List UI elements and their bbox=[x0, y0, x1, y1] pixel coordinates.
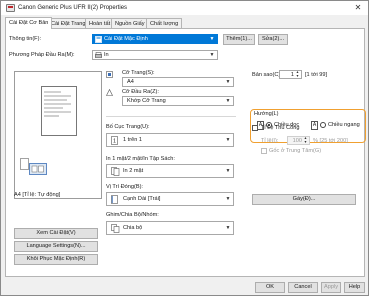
tab-basic-settings[interactable]: Cài Đặt Cơ Bản bbox=[5, 17, 53, 29]
preview-caption: A4 [Tỉ lệ: Tự động] bbox=[14, 192, 61, 198]
collate-icon bbox=[111, 224, 120, 233]
properties-window: Canon Generic Plus UFR II(2) Properties … bbox=[0, 0, 369, 296]
page-size-select[interactable]: A4 ▼ bbox=[122, 77, 234, 87]
scale-range: % [25 tới 200] bbox=[313, 138, 348, 144]
duplex-print-icon bbox=[111, 167, 120, 176]
chevron-down-icon: ▼ bbox=[209, 52, 215, 58]
scale-label: Tỉ lệ(I): bbox=[261, 138, 279, 144]
restore-defaults-button[interactable]: Khôi Phục Mặc Định(R) bbox=[14, 254, 98, 265]
duplex-select[interactable]: In 2 mặt ▼ bbox=[106, 164, 234, 178]
copies-value: 1 bbox=[290, 72, 294, 78]
output-method-value: In bbox=[104, 52, 109, 58]
manual-scaling-checkbox[interactable] bbox=[252, 125, 258, 131]
output-method-select[interactable]: In ▼ bbox=[92, 50, 218, 60]
profile-icon bbox=[95, 36, 102, 43]
page-size-icon bbox=[106, 71, 113, 78]
chevron-down-icon: ▼ bbox=[225, 196, 231, 202]
section-divider bbox=[106, 116, 236, 117]
duplex-layout-icon bbox=[20, 158, 47, 175]
output-method-label: Phương Pháp Đầu Ra(M): bbox=[9, 52, 75, 58]
duplex-value: In 2 mặt bbox=[123, 168, 144, 174]
output-size-value: Khớp Cỡ Trang bbox=[127, 98, 166, 104]
printer-icon bbox=[95, 52, 102, 58]
chevron-down-icon: ▼ bbox=[209, 36, 215, 42]
binding-value: Cạnh Dài [Trái] bbox=[123, 196, 161, 202]
profile-label: Thông tin(F): bbox=[9, 36, 42, 42]
landscape-radio[interactable] bbox=[320, 122, 326, 128]
orientation-label: Hướng(L) bbox=[254, 111, 279, 117]
settings-panel: Thông tin(F): Cài Đặt Mặc Định ▼ Thêm(1)… bbox=[5, 28, 366, 277]
copies-stepper[interactable]: 1 ▲ ▼ bbox=[279, 70, 302, 79]
svg-text:1: 1 bbox=[113, 139, 116, 145]
scale-value: 100 bbox=[292, 138, 302, 144]
profile-select[interactable]: Cài Đặt Mặc Định ▼ bbox=[92, 34, 218, 44]
landscape-label[interactable]: Chiều ngang bbox=[328, 122, 360, 128]
layout-1-up-icon: 1 bbox=[111, 136, 118, 145]
page-layout-label: Bố Cục Trang(U): bbox=[106, 124, 150, 130]
spin-arrows-icon: ▲ ▼ bbox=[295, 70, 300, 78]
page-preview bbox=[14, 71, 102, 199]
edit-profile-button[interactable]: Sửa(2)... bbox=[258, 34, 288, 45]
chevron-down-icon: ▼ bbox=[225, 137, 231, 143]
page-layout-select[interactable]: 1 1 trên 1 ▼ bbox=[106, 133, 234, 147]
page-thumbnail bbox=[41, 86, 77, 136]
cancel-button[interactable]: Cancel bbox=[288, 282, 318, 293]
chevron-down-icon: ▼ bbox=[225, 79, 231, 85]
chevron-down-icon: ▼ bbox=[225, 225, 231, 231]
scale-stepper[interactable]: 100 ▲ ▼ bbox=[287, 136, 310, 145]
binding-label: Vị Trí Đóng(B): bbox=[106, 184, 143, 190]
ok-button[interactable]: OK bbox=[255, 282, 285, 293]
spin-arrows-icon: ▲ ▼ bbox=[303, 136, 308, 144]
add-profile-button[interactable]: Thêm(1)... bbox=[223, 34, 255, 45]
manual-scaling-label: Tỉ Lệ Thủ Công bbox=[261, 125, 300, 131]
output-size-icon bbox=[106, 89, 113, 96]
finishing-value: Chia bộ bbox=[123, 225, 143, 231]
center-origin-label: Gốc ở Trung Tâm(G) bbox=[269, 148, 322, 154]
output-size-select[interactable]: Khớp Cỡ Trang ▼ bbox=[122, 96, 234, 106]
copies-range: [1 tới 99] bbox=[305, 72, 328, 78]
page-size-label: Cỡ Trang(S): bbox=[122, 70, 155, 76]
window-title: Canon Generic Plus UFR II(2) Properties bbox=[18, 5, 128, 11]
printer-app-icon bbox=[6, 4, 15, 12]
profile-value: Cài Đặt Mặc Định bbox=[104, 36, 148, 42]
duplex-label: In 1 mặt/2 mặt/In Tập Sách: bbox=[106, 156, 175, 162]
binding-select[interactable]: Cạnh Dài [Trái] ▼ bbox=[106, 192, 234, 206]
landscape-page-icon: A bbox=[311, 121, 318, 130]
language-settings-button[interactable]: Language Settings(N)... bbox=[14, 241, 98, 252]
chevron-down-icon: ▼ bbox=[225, 168, 231, 174]
title-bar: Canon Generic Plus UFR II(2) Properties … bbox=[1, 1, 368, 15]
copies-label: Bản sao(C): bbox=[252, 72, 282, 78]
finishing-select[interactable]: Chia bộ ▼ bbox=[106, 221, 234, 235]
page-layout-value: 1 trên 1 bbox=[123, 137, 142, 143]
help-button[interactable]: Help bbox=[344, 282, 365, 293]
binding-edge-icon bbox=[111, 195, 118, 204]
gutter-button[interactable]: Gáy(Đ)... bbox=[252, 194, 356, 205]
chevron-down-icon: ▼ bbox=[225, 98, 231, 104]
page-size-value: A4 bbox=[127, 79, 134, 85]
apply-button[interactable]: Apply bbox=[321, 282, 341, 293]
close-icon[interactable]: ✕ bbox=[352, 3, 364, 13]
finishing-label: Ghim/Chia Bộ/Nhóm: bbox=[106, 212, 159, 218]
output-size-label: Cỡ Đầu Ra(Z): bbox=[122, 89, 159, 95]
center-origin-checkbox[interactable] bbox=[261, 148, 267, 154]
view-settings-button[interactable]: Xem Cài Đặt(V) bbox=[14, 228, 98, 239]
